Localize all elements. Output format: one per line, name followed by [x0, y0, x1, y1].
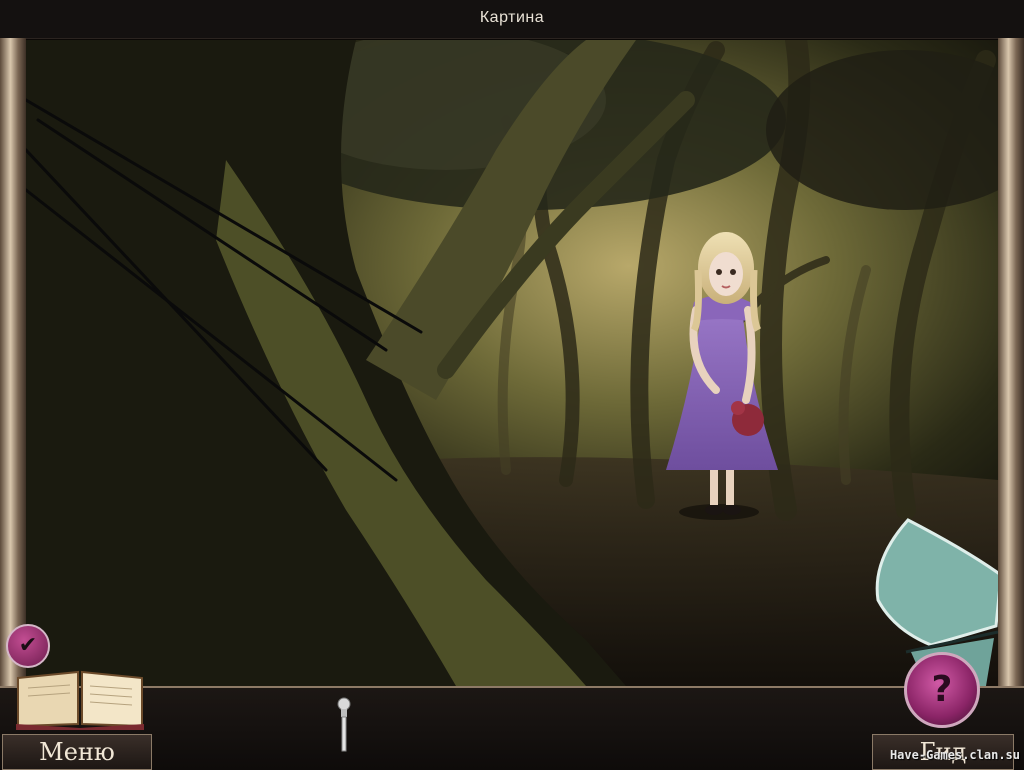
hint-button[interactable]: ?	[904, 652, 980, 728]
frame-left	[0, 38, 26, 686]
scepter-icon	[337, 697, 351, 752]
game-scene[interactable]	[26, 40, 998, 686]
inventory-bar	[0, 686, 1024, 770]
watermark: Have-Games.clan.su	[889, 748, 1020, 762]
menu-button[interactable]: Меню	[2, 734, 152, 770]
scene-title-bar: Картина	[0, 0, 1024, 39]
frame-right	[998, 38, 1024, 686]
book-icon	[16, 670, 144, 730]
question-mark-icon: ?	[931, 669, 953, 710]
scene-title: Картина	[479, 9, 545, 26]
forest-scene	[26, 40, 998, 686]
journal-book[interactable]	[14, 660, 146, 730]
checkmark-icon: ✔	[18, 633, 38, 658]
inventory-slot[interactable]	[332, 696, 356, 754]
